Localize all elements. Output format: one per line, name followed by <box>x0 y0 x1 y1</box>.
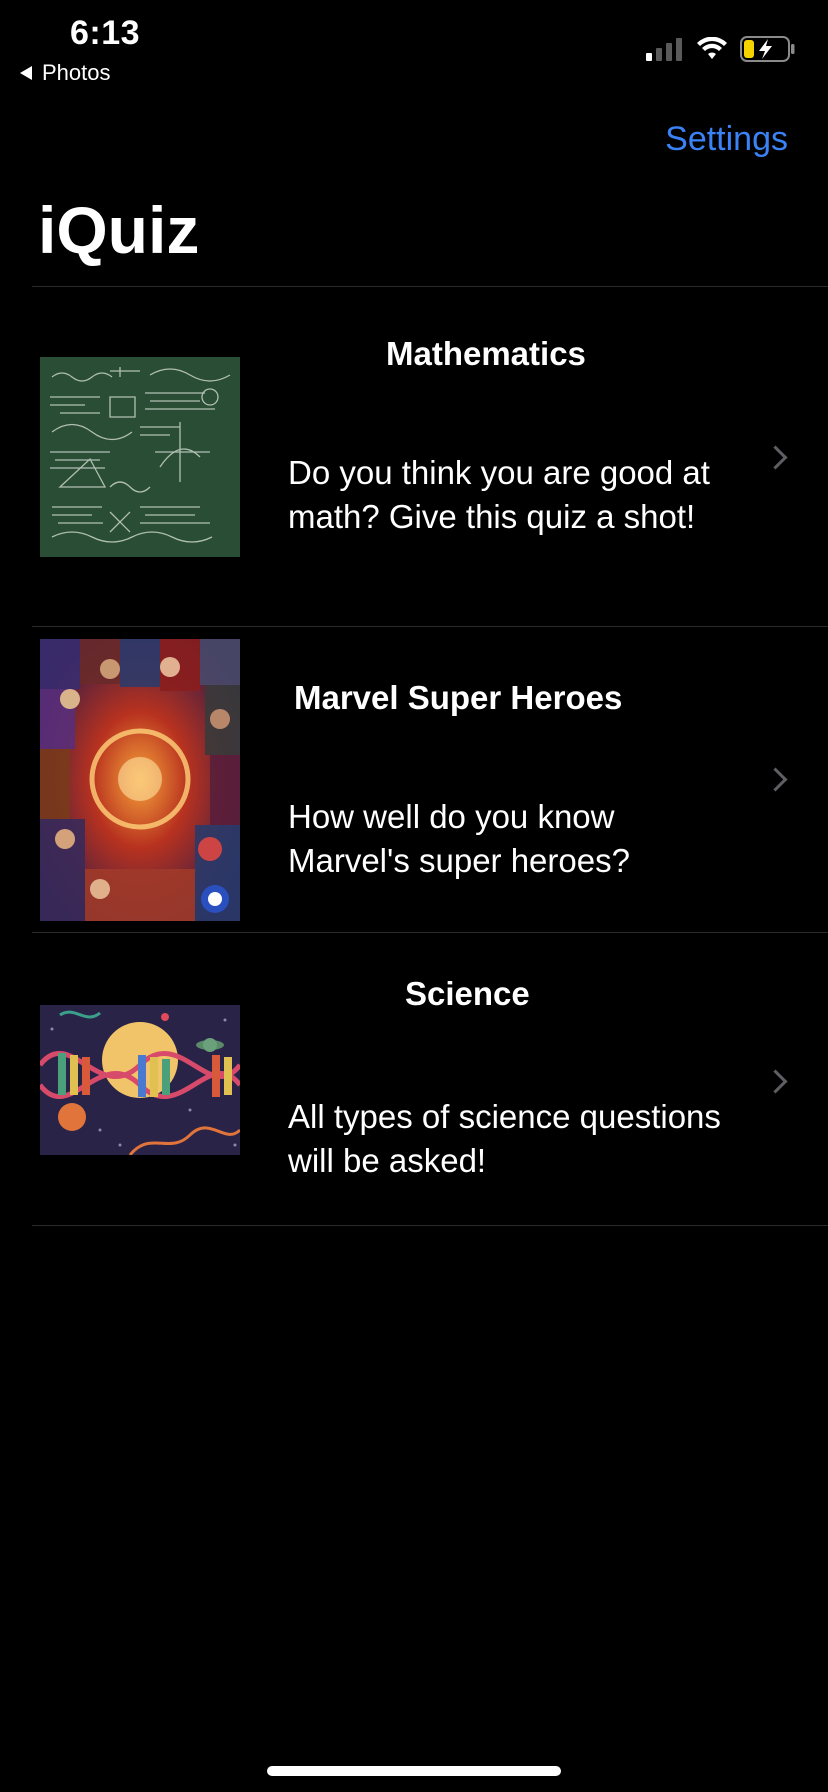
back-arrow-icon <box>20 66 32 80</box>
back-link-label: Photos <box>42 60 111 85</box>
settings-button[interactable]: Settings <box>665 120 788 159</box>
quiz-row-mathematics[interactable]: Mathematics Do you think you are good at… <box>32 286 828 626</box>
wifi-icon <box>697 37 727 59</box>
status-icons <box>644 36 796 62</box>
chalkboard-math-image <box>40 357 240 557</box>
back-to-photos-link[interactable]: Photos <box>20 60 111 86</box>
quiz-row-marvel-super-heroes[interactable]: Marvel Super Heroes How well do you know… <box>32 626 828 932</box>
quiz-title: Science <box>405 975 530 1012</box>
quiz-list: Mathematics Do you think you are good at… <box>32 286 828 1226</box>
quiz-row-science[interactable]: Science All types of science questions w… <box>32 932 828 1226</box>
quiz-title: Mathematics <box>386 335 586 372</box>
page-title: iQuiz <box>38 193 200 267</box>
marvel-collage-image <box>40 639 240 921</box>
status-time: 6:13 <box>70 14 141 52</box>
battery-charging-icon <box>740 36 795 62</box>
quiz-description: How well do you know Marvel's super hero… <box>288 798 630 879</box>
chevron-right-icon <box>763 445 788 470</box>
cellular-signal-icon <box>646 38 682 61</box>
chevron-right-icon <box>763 1069 788 1094</box>
chevron-right-icon <box>763 767 788 792</box>
dna-space-image <box>40 1005 240 1155</box>
quiz-title: Marvel Super Heroes <box>294 679 623 716</box>
quiz-description: Do you think you are good at math? Give … <box>288 454 710 535</box>
quiz-description: All types of science questions will be a… <box>288 1098 721 1179</box>
home-indicator[interactable] <box>267 1766 561 1776</box>
